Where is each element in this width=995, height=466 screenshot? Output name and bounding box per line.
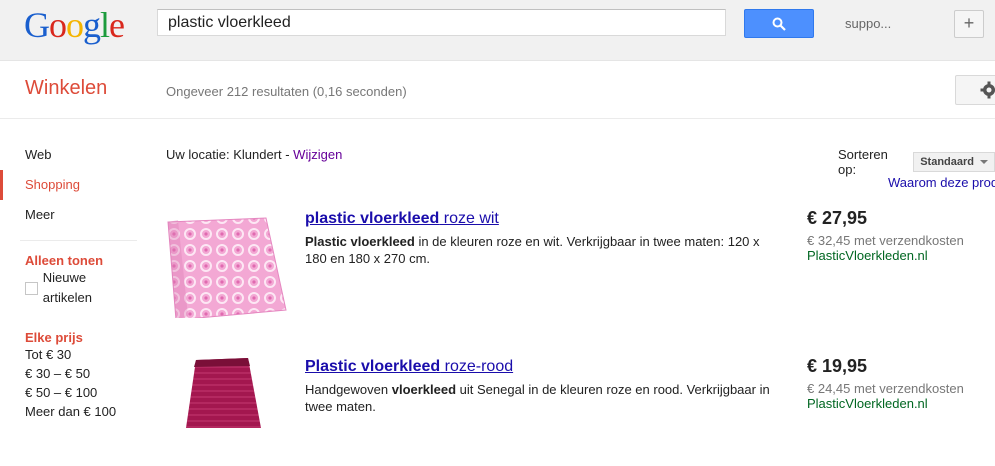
location-label: Uw locatie: Klundert - bbox=[166, 147, 293, 162]
result-shop-link[interactable]: PlasticVloerkleden.nl bbox=[807, 248, 928, 263]
new-items-label: Nieuwe artikelen bbox=[43, 268, 137, 308]
why-these-products-link[interactable]: Waarom deze prod bbox=[888, 175, 995, 190]
user-name[interactable]: suppo... bbox=[845, 16, 891, 31]
logo-letter: o bbox=[66, 5, 83, 45]
result-title-link[interactable]: Plastic vloerkleed roze-rood bbox=[305, 358, 513, 376]
location-bar: Uw locatie: Klundert - Wijzigen bbox=[166, 147, 342, 162]
result-item: plastic vloerkleed roze wit Plastic vloe… bbox=[166, 210, 995, 320]
result-shipping: € 24,45 met verzendkosten bbox=[807, 381, 964, 396]
title-rest: roze wit bbox=[439, 210, 499, 227]
desc-pre: Handgewoven bbox=[305, 382, 392, 397]
filter-heading-price: Elke prijs bbox=[0, 330, 137, 345]
result-shipping: € 32,45 met verzendkosten bbox=[807, 233, 964, 248]
gear-icon bbox=[980, 81, 995, 99]
price-filter-item[interactable]: Meer dan € 100 bbox=[0, 402, 137, 421]
top-bar: Google suppo... + bbox=[0, 0, 995, 61]
title-rest: roze-rood bbox=[440, 358, 513, 375]
section-title: Winkelen bbox=[25, 77, 107, 100]
search-box bbox=[157, 9, 726, 36]
filter-spacer bbox=[0, 308, 137, 328]
search-button[interactable] bbox=[744, 9, 814, 38]
result-description: Handgewoven vloerkleed uit Senegal in de… bbox=[305, 381, 775, 415]
result-item: Plastic vloerkleed roze-rood Handgewoven… bbox=[166, 358, 995, 418]
sub-header: Winkelen Ongeveer 212 resultaten (0,16 s… bbox=[0, 61, 995, 119]
price-filter-item[interactable]: € 50 – € 100 bbox=[0, 383, 137, 402]
chevron-down-icon bbox=[980, 160, 988, 164]
share-plus-button[interactable]: + bbox=[954, 10, 984, 38]
logo-letter: l bbox=[100, 5, 109, 45]
nav-item-more[interactable]: Meer bbox=[0, 200, 137, 230]
search-icon bbox=[772, 17, 786, 31]
logo-letter: g bbox=[83, 5, 100, 45]
nav-divider bbox=[20, 240, 137, 241]
sort-label: Sorteren op: bbox=[838, 147, 908, 177]
result-price: € 19,95 bbox=[807, 356, 867, 377]
title-bold: Plastic vloerkleed bbox=[305, 358, 440, 375]
search-input[interactable] bbox=[158, 10, 718, 35]
left-nav: Web Shopping Meer Alleen tonen Nieuwe ar… bbox=[0, 140, 137, 421]
settings-button[interactable] bbox=[955, 75, 995, 105]
sort-control: Sorteren op: Standaard bbox=[838, 147, 995, 177]
nav-item-shopping[interactable]: Shopping bbox=[0, 170, 137, 200]
nav-item-web[interactable]: Web bbox=[0, 140, 137, 170]
logo-letter: o bbox=[49, 5, 66, 45]
product-image[interactable] bbox=[166, 358, 286, 466]
filter-new-items[interactable]: Nieuwe artikelen bbox=[0, 268, 137, 308]
change-location-link[interactable]: Wijzigen bbox=[293, 147, 342, 162]
google-logo[interactable]: Google bbox=[24, 5, 124, 45]
new-items-checkbox[interactable] bbox=[25, 282, 38, 295]
desc-bold: vloerkleed bbox=[392, 382, 456, 397]
logo-letter: G bbox=[24, 5, 49, 45]
title-bold: plastic vloerkleed bbox=[305, 210, 439, 227]
result-shop-link[interactable]: PlasticVloerkleden.nl bbox=[807, 396, 928, 411]
logo-letter: e bbox=[109, 5, 124, 45]
filter-heading-show-only: Alleen tonen bbox=[0, 253, 137, 268]
sort-value: Standaard bbox=[920, 156, 974, 168]
price-filter-item[interactable]: € 30 – € 50 bbox=[0, 364, 137, 383]
price-filter-item[interactable]: Tot € 30 bbox=[0, 345, 137, 364]
sort-dropdown[interactable]: Standaard bbox=[913, 152, 995, 172]
result-description: Plastic vloerkleed in de kleuren roze en… bbox=[305, 233, 775, 267]
product-image[interactable] bbox=[166, 210, 286, 318]
result-title-link[interactable]: plastic vloerkleed roze wit bbox=[305, 210, 499, 228]
desc-bold: Plastic vloerkleed bbox=[305, 234, 415, 249]
result-stats: Ongeveer 212 resultaten (0,16 seconden) bbox=[166, 84, 407, 99]
result-price: € 27,95 bbox=[807, 208, 867, 229]
